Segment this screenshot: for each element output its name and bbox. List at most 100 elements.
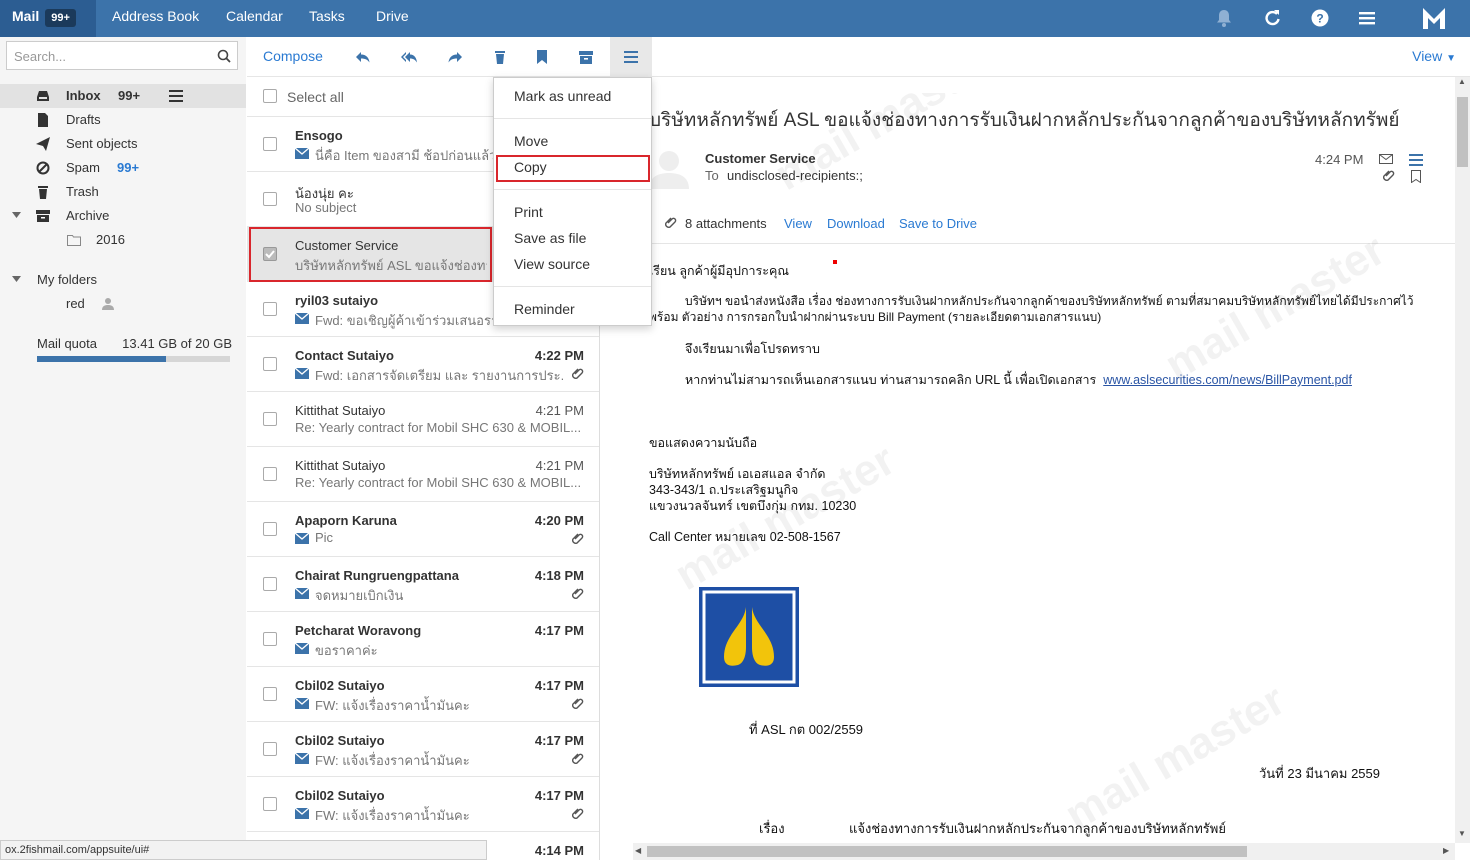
inbox-options-icon[interactable] bbox=[169, 90, 183, 102]
forward-icon[interactable] bbox=[447, 49, 463, 65]
menu-reminder[interactable]: Reminder bbox=[514, 301, 575, 317]
menu-print[interactable]: Print bbox=[514, 204, 543, 220]
folder-red[interactable]: red bbox=[0, 292, 246, 316]
message-options-icon[interactable] bbox=[1409, 154, 1423, 166]
scrollbar-thumb[interactable] bbox=[647, 846, 1247, 857]
attachments-count[interactable]: 8 attachments bbox=[685, 216, 767, 231]
message-subject: FW: แจ้งเรื่องราคาน้ำมันคะ bbox=[315, 808, 470, 823]
menu-copy[interactable]: Copy bbox=[514, 159, 547, 175]
folder-spam[interactable]: Spam 99+ bbox=[0, 156, 246, 180]
row-checkbox[interactable] bbox=[263, 797, 277, 811]
row-checkbox[interactable] bbox=[263, 632, 277, 646]
row-checkbox[interactable] bbox=[263, 137, 277, 151]
envelope-outline-icon[interactable] bbox=[1379, 154, 1393, 164]
reply-icon[interactable] bbox=[355, 49, 371, 65]
tab-mail[interactable]: Mail 99+ bbox=[0, 0, 96, 37]
tab-tasks[interactable]: Tasks bbox=[309, 0, 345, 37]
red-dot-marker bbox=[833, 260, 837, 264]
menu-divider bbox=[494, 286, 651, 287]
tab-drive[interactable]: Drive bbox=[376, 0, 409, 37]
row-checkbox[interactable] bbox=[263, 357, 277, 371]
paperclip-icon bbox=[572, 698, 584, 709]
folder-2016[interactable]: 2016 bbox=[0, 228, 246, 252]
scroll-left-icon[interactable]: ◀ bbox=[635, 846, 641, 855]
caret-down-icon[interactable] bbox=[12, 212, 21, 218]
message-subject: จดหมายเบิกเงิน bbox=[315, 588, 404, 603]
ban-icon bbox=[36, 161, 50, 175]
tab-address-book[interactable]: Address Book bbox=[112, 0, 199, 37]
view-dropdown[interactable]: View ▼ bbox=[1412, 48, 1456, 64]
message-row[interactable]: Contact Sutaiyo 4:22 PM Fwd: เอกสารจัดเต… bbox=[247, 337, 599, 392]
watermark-logo: mail master bbox=[666, 435, 904, 600]
select-all-checkbox[interactable] bbox=[263, 89, 277, 103]
menu-save-as-file[interactable]: Save as file bbox=[514, 230, 586, 246]
folder-sent[interactable]: Sent objects bbox=[0, 132, 246, 156]
scroll-right-icon[interactable]: ▶ bbox=[1443, 846, 1449, 855]
row-checkbox[interactable] bbox=[263, 742, 277, 756]
row-checkbox[interactable] bbox=[263, 577, 277, 591]
message-row[interactable]: Cbil02 Sutaiyo 4:17 PM FW: แจ้งเรื่องราค… bbox=[247, 777, 599, 832]
compose-button[interactable]: Compose bbox=[263, 48, 323, 64]
scroll-down-icon[interactable]: ▼ bbox=[1458, 829, 1466, 838]
message-row[interactable]: Cbil02 Sutaiyo 4:17 PM FW: แจ้งเรื่องราค… bbox=[247, 722, 599, 777]
message-time: 4:20 PM bbox=[534, 513, 584, 528]
bell-icon[interactable] bbox=[1214, 8, 1234, 28]
folder-trash[interactable]: Trash bbox=[0, 180, 246, 204]
message-sender: Kittithat Sutaiyo bbox=[295, 403, 386, 418]
paper-plane-icon bbox=[36, 137, 50, 151]
more-menu-icon bbox=[624, 51, 638, 63]
search-input[interactable]: Search... bbox=[6, 41, 238, 70]
delete-icon[interactable] bbox=[492, 49, 508, 65]
attachments-download-link[interactable]: Download bbox=[827, 216, 885, 231]
message-sender: Chairat Rungruengpattana bbox=[295, 568, 459, 583]
my-folders-header[interactable]: My folders bbox=[0, 268, 246, 292]
message-row[interactable]: Chairat Rungruengpattana 4:18 PM จดหมายเ… bbox=[247, 557, 599, 612]
message-row[interactable]: Kittithat Sutaiyo 4:21 PM Re: Yearly con… bbox=[247, 447, 599, 502]
menu-view-source[interactable]: View source bbox=[514, 256, 590, 272]
row-checkbox-checked[interactable] bbox=[263, 247, 277, 261]
row-checkbox[interactable] bbox=[263, 412, 277, 426]
reply-all-icon[interactable] bbox=[401, 49, 417, 65]
row-checkbox[interactable] bbox=[263, 687, 277, 701]
message-row[interactable]: Petcharat Woravong 4:17 PM ขอราคาค่ะ bbox=[247, 612, 599, 667]
message-row[interactable]: Cbil02 Sutaiyo 4:17 PM FW: แจ้งเรื่องราค… bbox=[247, 667, 599, 722]
help-icon[interactable]: ? bbox=[1310, 8, 1330, 28]
draft-file-icon bbox=[38, 113, 48, 127]
refresh-icon[interactable] bbox=[1262, 8, 1282, 28]
bill-payment-link[interactable]: www.aslsecurities.com/news/BillPayment.p… bbox=[1103, 373, 1352, 387]
reader-vertical-scrollbar[interactable]: ▲ ▼ bbox=[1455, 77, 1470, 843]
folder-inbox[interactable]: Inbox 99+ bbox=[0, 84, 246, 108]
folder-drafts[interactable]: Drafts bbox=[0, 108, 246, 132]
menu-mark-unread[interactable]: Mark as unread bbox=[514, 88, 611, 104]
caret-down-icon[interactable] bbox=[12, 276, 21, 282]
scrollbar-thumb[interactable] bbox=[1457, 97, 1468, 167]
message-row[interactable]: Kittithat Sutaiyo 4:21 PM Re: Yearly con… bbox=[247, 392, 599, 447]
envelope-icon bbox=[295, 588, 309, 599]
attachments-view-link[interactable]: View bbox=[784, 216, 812, 231]
row-checkbox[interactable] bbox=[263, 302, 277, 316]
flag-bookmark-icon[interactable] bbox=[1411, 170, 1421, 183]
document-topic-label: เรื่อง bbox=[759, 821, 785, 836]
envelope-icon bbox=[295, 368, 309, 379]
archive-icon[interactable] bbox=[578, 49, 594, 65]
menu-divider bbox=[494, 189, 651, 190]
bookmark-icon[interactable] bbox=[534, 49, 550, 65]
row-checkbox[interactable] bbox=[263, 467, 277, 481]
top-bar: Mail 99+ Address Book Calendar Tasks Driv… bbox=[0, 0, 1470, 37]
hamburger-menu-icon[interactable] bbox=[1357, 8, 1377, 28]
message-row[interactable]: Apaporn Karuna 4:20 PM Pic bbox=[247, 502, 599, 557]
attachments-save-drive-link[interactable]: Save to Drive bbox=[899, 216, 977, 231]
more-actions-button[interactable] bbox=[610, 37, 652, 77]
row-checkbox[interactable] bbox=[263, 522, 277, 536]
row-checkbox[interactable] bbox=[263, 192, 277, 206]
message-sender: Petcharat Woravong bbox=[295, 623, 422, 638]
message-time: 4:17 PM bbox=[534, 788, 584, 803]
tab-calendar[interactable]: Calendar bbox=[226, 0, 283, 37]
search-icon[interactable] bbox=[217, 49, 231, 63]
scroll-up-icon[interactable]: ▲ bbox=[1458, 77, 1466, 86]
menu-move[interactable]: Move bbox=[514, 133, 548, 149]
sender-name[interactable]: Customer Service bbox=[705, 151, 816, 166]
body-address: แขวงนวลจันทร์ เขตบึงกุ่ม กทม. 10230 bbox=[649, 499, 857, 513]
folder-archive[interactable]: Archive bbox=[0, 204, 246, 228]
reader-horizontal-scrollbar[interactable]: ◀ ▶ bbox=[633, 843, 1455, 860]
